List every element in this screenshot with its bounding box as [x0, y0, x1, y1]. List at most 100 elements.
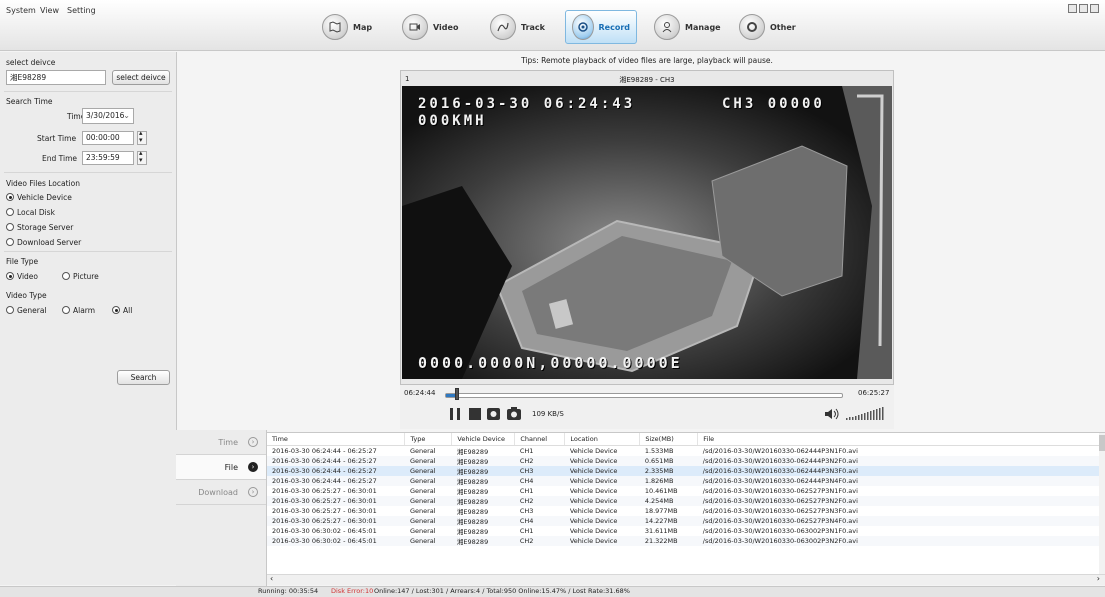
menu-view[interactable]: View: [40, 6, 59, 15]
table-cell: 2016-03-30 06:24:44 - 06:25:27: [272, 447, 377, 455]
search-panel: select deivce 湘E98289 select deivce Sear…: [0, 52, 177, 585]
tab-file[interactable]: File ›: [176, 455, 266, 480]
status-bar: Running: 00:35:54 Disk Error:10 Online:1…: [0, 586, 1105, 597]
maximize-icon[interactable]: [1090, 4, 1099, 13]
menu-system[interactable]: System: [6, 6, 36, 15]
video-type-all-radio[interactable]: All: [112, 306, 132, 315]
location-storage-radio[interactable]: Storage Server: [6, 223, 73, 232]
scroll-right-icon[interactable]: ›: [1097, 574, 1100, 583]
record-clip-button[interactable]: [486, 407, 502, 421]
table-row[interactable]: 2016-03-30 06:25:27 - 06:30:01 General 湘E9…: [267, 496, 1105, 506]
table-cell: CH3: [519, 507, 534, 515]
start-time-stepper[interactable]: [137, 129, 147, 145]
column-header[interactable]: Location: [564, 433, 641, 446]
table-cell: 2016-03-30 06:30:02 - 06:45:01: [272, 527, 377, 535]
window-settings-icon[interactable]: [1068, 4, 1077, 13]
scroll-left-icon[interactable]: ‹: [270, 574, 273, 583]
osd-speed: 000KMH: [418, 113, 487, 129]
date-picker[interactable]: 3/30/2016 ⌄: [82, 108, 134, 124]
start-time-label: Start Time: [37, 134, 77, 143]
table-row[interactable]: 2016-03-30 06:24:44 - 06:25:27 General 湘E9…: [267, 446, 1105, 456]
top-toolbar: System View Setting Map Video Track Reco…: [0, 0, 1105, 51]
stop-button[interactable]: [468, 407, 482, 421]
menu-setting[interactable]: Setting: [67, 6, 96, 15]
osd-channel: CH3 00000: [722, 96, 825, 112]
radio-icon: [6, 208, 14, 216]
location-vehicle-radio[interactable]: Vehicle Device: [6, 193, 72, 202]
table-cell: 湘E98289: [456, 448, 489, 456]
vertical-scrollbar[interactable]: [1099, 433, 1105, 575]
table-cell: 2016-03-30 06:30:02 - 06:45:01: [267, 536, 405, 546]
snapshot-button[interactable]: [506, 406, 522, 421]
select-device-button[interactable]: select deivce: [112, 70, 170, 85]
speaker-icon: [825, 408, 839, 420]
tab-download[interactable]: Download ›: [176, 480, 266, 505]
table-row[interactable]: 2016-03-30 06:24:44 - 06:25:27 General 湘E9…: [267, 466, 1105, 476]
column-header[interactable]: Vehicle Device: [451, 433, 516, 446]
nav-video-button[interactable]: Video: [396, 10, 464, 44]
table-row[interactable]: 2016-03-30 06:24:44 - 06:25:27 General 湘E9…: [267, 456, 1105, 466]
table-cell: 湘E98289: [456, 528, 489, 536]
video-type-general-radio[interactable]: General: [6, 306, 47, 315]
column-header[interactable]: File: [697, 433, 1105, 446]
table-row[interactable]: 2016-03-30 06:30:02 - 06:45:01 General 湘E9…: [267, 526, 1105, 536]
table-cell: 湘E98289: [456, 488, 489, 496]
nav-map-button[interactable]: Map: [316, 10, 378, 44]
column-header[interactable]: Size(MB): [639, 433, 699, 446]
file-list: Time Type Vehicle Device Channel Location Siz…: [267, 432, 1105, 575]
progress-thumb[interactable]: [454, 388, 459, 400]
column-header[interactable]: Type: [404, 433, 453, 446]
table-cell: /sd/2016-03-30/W20160330-062527P3N3F0.av…: [702, 507, 858, 515]
progress-slider[interactable]: [445, 393, 843, 398]
table-cell: /sd/2016-03-30/W20160330-062527P3N2F0.av…: [697, 496, 1105, 506]
table-cell: 湘E98289: [451, 456, 515, 466]
end-time-input[interactable]: 23:59:59: [82, 151, 134, 165]
table-cell: Vehicle Device: [564, 456, 640, 466]
table-row[interactable]: 2016-03-30 06:30:02 - 06:45:01 General 湘E9…: [267, 536, 1105, 546]
column-header[interactable]: Time: [267, 433, 406, 446]
video-display[interactable]: 2016-03-30 06:24:43 CH3 00000 000KMH 000…: [402, 86, 892, 379]
minimize-icon[interactable]: [1079, 4, 1088, 13]
table-row[interactable]: 2016-03-30 06:25:27 - 06:30:01 General 湘E9…: [267, 486, 1105, 496]
scroll-thumb[interactable]: [1099, 435, 1105, 451]
radio-icon: [62, 306, 70, 314]
table-cell: /sd/2016-03-30/W20160330-062527P3N4F0.av…: [697, 516, 1105, 526]
table-cell: /sd/2016-03-30/W20160330-063002P3N2F0.av…: [697, 536, 1105, 546]
pause-icon: [450, 408, 460, 420]
file-type-video-radio[interactable]: Video: [6, 272, 38, 281]
online-stats: Online:147 / Lost:301 / Arrears:4 / Tota…: [374, 587, 630, 595]
video-type-alarm-radio[interactable]: Alarm: [62, 306, 95, 315]
table-cell: 14.227MB: [639, 516, 698, 526]
disk-error: Disk Error:10: [331, 587, 374, 595]
nav-other-button[interactable]: Other: [733, 10, 802, 44]
volume-slider[interactable]: [846, 406, 886, 422]
horizontal-scrollbar[interactable]: ‹ ›: [267, 574, 1105, 585]
location-local-radio[interactable]: Local Disk: [6, 208, 55, 217]
table-cell: /sd/2016-03-30/W20160330-063002P3N1F0.av…: [702, 527, 858, 535]
table-cell: 18.977MB: [644, 507, 678, 515]
table-cell: 湘E98289: [451, 516, 515, 526]
start-time-input[interactable]: 00:00:00: [82, 131, 134, 145]
table-cell: Vehicle Device: [569, 527, 618, 535]
table-row[interactable]: 2016-03-30 06:24:44 - 06:25:27 General 湘E9…: [267, 476, 1105, 486]
tips-text: Tips: Remote playback of video files are…: [521, 56, 773, 65]
table-row[interactable]: 2016-03-30 06:25:27 - 06:30:01 General 湘E9…: [267, 516, 1105, 526]
tab-time[interactable]: Time ›: [176, 430, 266, 455]
nav-record-button[interactable]: Record: [565, 10, 637, 44]
nav-manage-button[interactable]: Manage: [648, 10, 727, 44]
table-cell: 0.651MB: [639, 456, 698, 466]
location-download-radio[interactable]: Download Server: [6, 238, 81, 247]
volume-button[interactable]: [824, 408, 840, 422]
file-type-picture-radio[interactable]: Picture: [62, 272, 99, 281]
pause-button[interactable]: [448, 407, 462, 421]
end-time-text: 06:25:27: [858, 389, 890, 397]
nav-track-button[interactable]: Track: [484, 10, 551, 44]
chevron-down-icon[interactable]: ⌄: [123, 110, 130, 122]
video-type-label: Video Type: [6, 291, 47, 300]
search-button[interactable]: Search: [117, 370, 170, 385]
column-header[interactable]: Channel: [514, 433, 566, 446]
table-row[interactable]: 2016-03-30 06:25:27 - 06:30:01 General 湘E9…: [267, 506, 1105, 516]
device-field[interactable]: 湘E98289: [6, 70, 106, 85]
table-cell: 31.611MB: [644, 527, 678, 535]
end-time-stepper[interactable]: [137, 149, 147, 165]
